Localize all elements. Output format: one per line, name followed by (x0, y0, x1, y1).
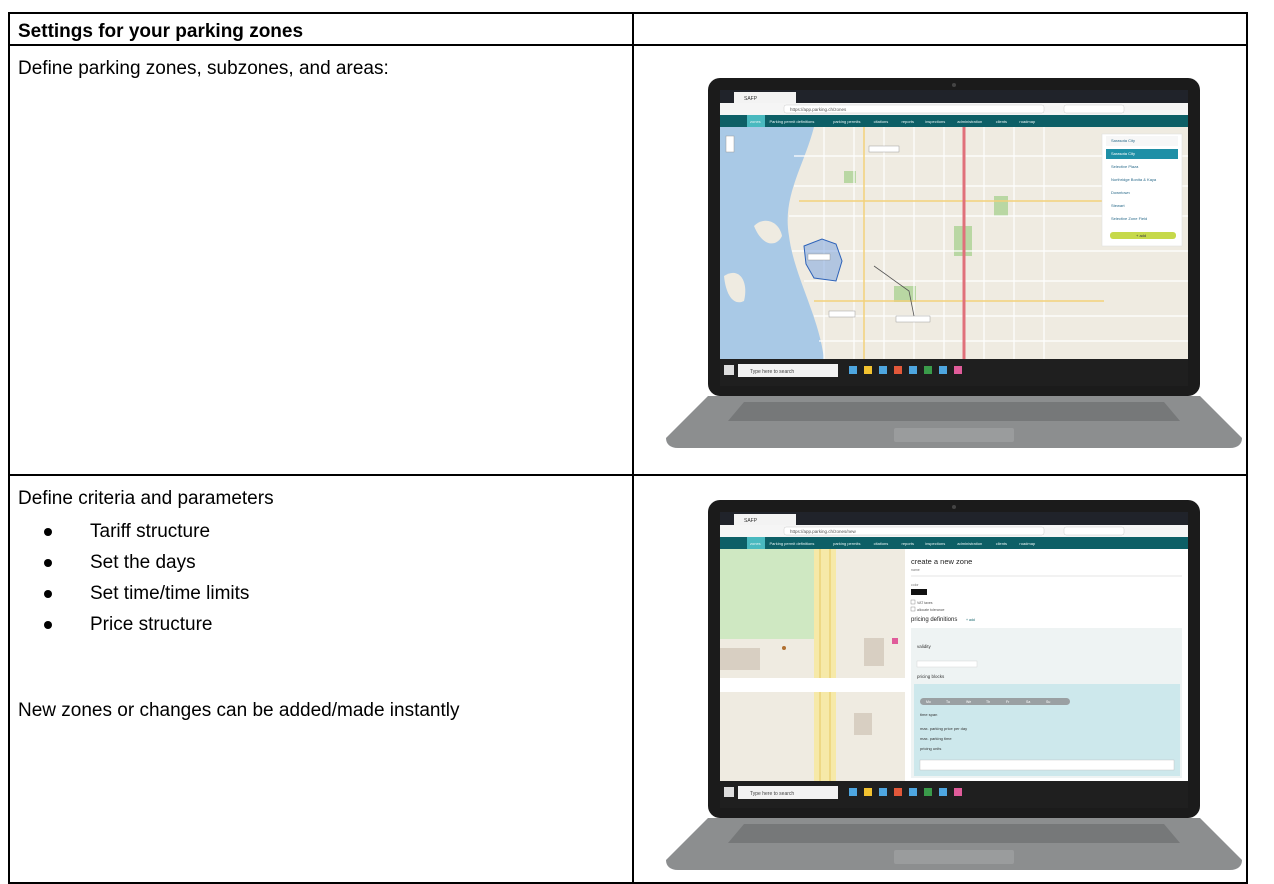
nav-item-reports[interactable]: reports (902, 119, 914, 124)
nav-item-clients[interactable]: clients (996, 541, 1007, 546)
name-label: name (911, 568, 920, 572)
pricing-unit-row[interactable] (919, 759, 1175, 771)
zone-list-item[interactable]: Selective Plaza (1111, 164, 1139, 169)
list-item-text: Price structure (90, 614, 213, 635)
pricing-definitions-heading: pricing definitions (911, 617, 957, 623)
weekday-toggle[interactable]: Su (1046, 700, 1050, 704)
zone-list-item[interactable]: Downtown (1111, 190, 1130, 195)
browser-tab-label: SAFP (744, 96, 758, 102)
header-cell-left: Settings for your parking zones (8, 12, 634, 46)
row1-image-cell: SAFP https://app.parking.ch/zones zones P… (632, 44, 1248, 476)
nav-item-roadmap[interactable]: roadmap (1019, 119, 1036, 124)
browser-url[interactable]: https://app.parking.ch/zones (790, 107, 847, 112)
nav-item-administration[interactable]: administration (957, 119, 982, 124)
zone-list-item[interactable]: Sarasota City (1111, 138, 1135, 143)
nav-item-citations[interactable]: citations (874, 119, 889, 124)
vat-label: VAT taxes (917, 601, 933, 605)
criteria-list: Tariff structure Set the days Set time/t… (10, 516, 632, 640)
tolerance-checkbox[interactable] (910, 606, 916, 612)
color-label: color (911, 583, 919, 587)
max-time-label: max. parking time (920, 736, 952, 741)
tolerance-label: allocate tolerance (917, 608, 944, 612)
nav-item-reports[interactable]: reports (902, 541, 914, 546)
bullet-icon (44, 528, 52, 536)
nav-item-parking-permits[interactable]: parking permits (833, 541, 860, 546)
nav-item-inspections[interactable]: inspections (925, 119, 945, 124)
bullet-icon (44, 621, 52, 629)
pricing-blocks-label: pricing blocks (917, 674, 945, 679)
nav-item-zones[interactable]: zones (750, 119, 761, 124)
weekday-toggle[interactable]: Mo (926, 700, 931, 704)
list-item: Price structure (44, 609, 632, 640)
list-item-text: Tariff structure (90, 521, 211, 542)
taskbar-search-text[interactable]: Type here to search (750, 791, 794, 797)
zone-list-item[interactable]: Sarasota City (1111, 151, 1135, 156)
vat-checkbox[interactable] (910, 599, 916, 605)
nav-item-administration[interactable]: administration (957, 541, 982, 546)
list-item: Set the days (44, 547, 632, 578)
browser-url[interactable]: https://app.parking.ch/zones/new (790, 529, 857, 534)
list-item-text: Set the days (90, 552, 196, 573)
time-span-label: time span (920, 712, 937, 717)
zone-list-item[interactable]: Northridge Bonita & Kaya (1111, 177, 1157, 182)
add-zone-label[interactable]: + add (1136, 233, 1146, 238)
bullet-icon (44, 559, 52, 567)
table-header-title: Settings for your parking zones (18, 21, 304, 42)
form-title: create a new zone (911, 557, 972, 566)
weekday-toggle[interactable]: Sa (1026, 700, 1030, 704)
settings-table: Settings for your parking zones Define p… (8, 12, 1248, 884)
weekday-toggle[interactable]: Tu (946, 700, 950, 704)
nav-item-clients[interactable]: clients (996, 119, 1007, 124)
validity-date-input[interactable] (916, 660, 978, 668)
row2-text-cell: Define criteria and parameters Tariff st… (8, 474, 634, 884)
nav-item-parking-permits[interactable]: parking permits (833, 119, 860, 124)
nav-item-parking-permit-definitions[interactable]: Parking permit definitions (770, 541, 815, 546)
list-item-text: Set time/time limits (90, 583, 250, 604)
color-swatch[interactable] (911, 589, 927, 595)
zone-list-item[interactable]: Selective Zone Field (1111, 216, 1147, 221)
taskbar-search-text[interactable]: Type here to search (750, 369, 794, 375)
weekday-toggle[interactable]: Th (986, 700, 990, 704)
nav-item-inspections[interactable]: inspections (925, 541, 945, 546)
bullet-icon (44, 590, 52, 598)
max-price-label: max. parking price per day (920, 726, 967, 731)
laptop-map-screenshot: SAFP https://app.parking.ch/zones zones P… (666, 78, 1242, 448)
windows-start-icon[interactable] (724, 365, 734, 375)
zone-list-item[interactable]: Stewart (1111, 203, 1125, 208)
criteria-title: Define criteria and parameters (18, 488, 274, 509)
nav-item-citations[interactable]: citations (874, 541, 889, 546)
add-pricing-link[interactable]: + add (966, 618, 975, 622)
nav-item-zones[interactable]: zones (750, 541, 761, 546)
laptop-zone-form-screenshot: SAFP https://app.parking.ch/zones/new zo… (666, 500, 1242, 870)
row1-text-cell: Define parking zones, subzones, and area… (8, 44, 634, 476)
list-item: Tariff structure (44, 516, 632, 547)
pricing-units-label: pricing units (920, 746, 941, 751)
list-item: Set time/time limits (44, 578, 632, 609)
weekday-toggle[interactable]: We (966, 700, 971, 704)
row2-image-cell: SAFP https://app.parking.ch/zones/new zo… (632, 474, 1248, 884)
browser-tab-label: SAFP (744, 518, 758, 524)
windows-start-icon[interactable] (724, 787, 734, 797)
nav-item-parking-permit-definitions[interactable]: Parking permit definitions (770, 119, 815, 124)
row1-description: Define parking zones, subzones, and area… (18, 58, 389, 79)
header-cell-right (632, 12, 1248, 46)
instant-changes-note: New zones or changes can be added/made i… (18, 700, 460, 721)
nav-item-roadmap[interactable]: roadmap (1019, 541, 1036, 546)
validity-label: validity (917, 644, 932, 649)
